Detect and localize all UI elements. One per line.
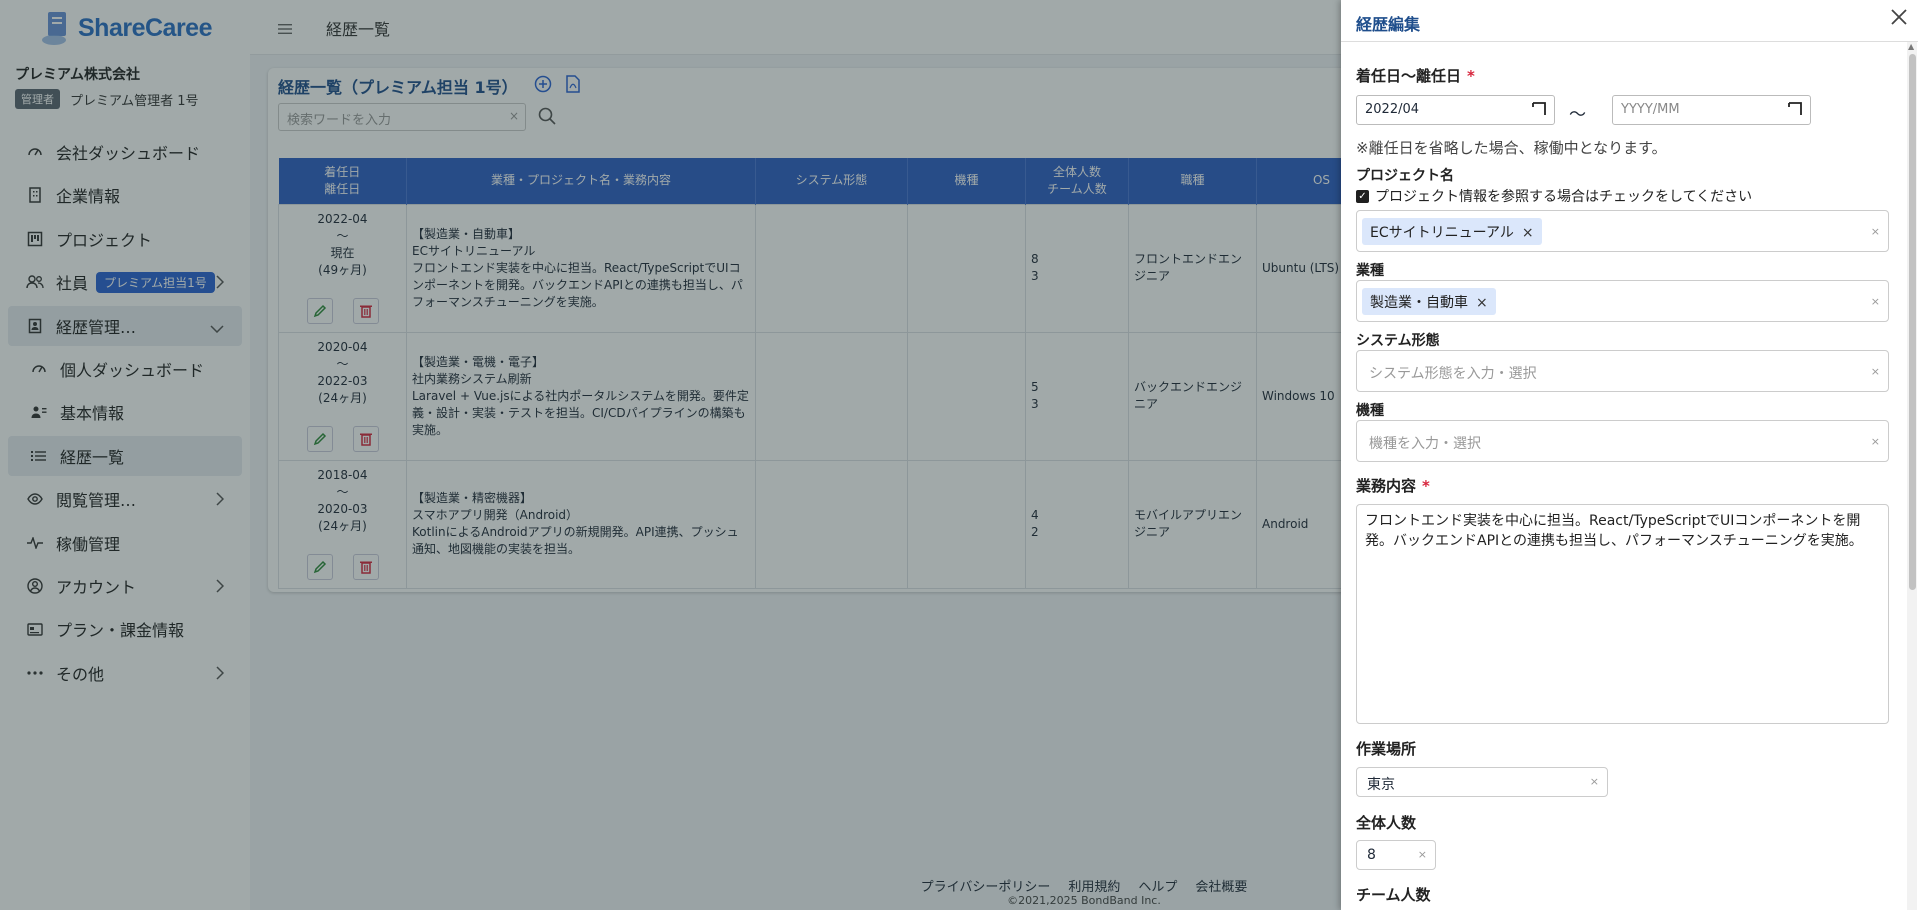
period-label: 着任日〜離任日 * [1356, 67, 1475, 85]
clear-icon[interactable]: × [1871, 365, 1880, 378]
calendar-icon[interactable] [1532, 102, 1546, 120]
range-separator: 〜 [1569, 105, 1586, 125]
calendar-icon[interactable] [1788, 102, 1802, 120]
checkbox-label: プロジェクト情報を参照する場合はチェックをしてください [1375, 189, 1753, 205]
total-value: 8 [1367, 847, 1376, 863]
tag-remove-icon[interactable]: × [1476, 295, 1488, 311]
total-label: 全体人数 [1356, 814, 1417, 832]
place-value: 東京 [1367, 777, 1395, 793]
project-label: プロジェクト名 [1356, 168, 1454, 184]
drawer-header: 経歴編集 [1341, 0, 1918, 42]
team-label: チーム人数 [1356, 886, 1431, 904]
required-mark: * [1422, 477, 1430, 495]
total-input[interactable]: 8 × [1356, 840, 1436, 870]
clear-icon[interactable]: × [1418, 848, 1427, 861]
drawer-scrollbar[interactable]: ▲ [1907, 42, 1917, 910]
industry-label: 業種 [1356, 263, 1384, 279]
industry-select[interactable]: 製造業・自動車 × × [1356, 280, 1889, 322]
model-select[interactable]: 機種を入力・選択 × [1356, 420, 1889, 462]
model-placeholder: 機種を入力・選択 [1369, 436, 1481, 452]
tag-remove-icon[interactable]: × [1522, 225, 1534, 241]
start-date-value: 2022/04 [1365, 102, 1420, 117]
model-label: 機種 [1356, 403, 1384, 419]
end-date-input[interactable]: YYYY/MM [1612, 95, 1811, 125]
clear-icon[interactable]: × [1871, 225, 1880, 238]
close-icon[interactable] [1890, 6, 1908, 30]
end-date-placeholder: YYYY/MM [1621, 102, 1680, 117]
clear-icon[interactable]: × [1871, 435, 1880, 448]
system-placeholder: システム形態を入力・選択 [1369, 366, 1537, 382]
scroll-up-icon[interactable]: ▲ [1908, 42, 1914, 51]
project-select[interactable]: ECサイトリニューアル × × [1356, 210, 1889, 252]
place-label: 作業場所 [1356, 740, 1417, 758]
project-reference-checkbox-row[interactable]: ✓ プロジェクト情報を参照する場合はチェックをしてください [1356, 186, 1752, 206]
place-input[interactable]: 東京 × [1356, 767, 1608, 797]
required-mark: * [1467, 67, 1475, 85]
end-date-note: ※離任日を省略した場合、稼働中となります。 [1356, 139, 1667, 157]
work-content-textarea[interactable]: フロントエンド実装を中心に担当。React/TypeScriptでUIコンポーネ… [1356, 504, 1889, 724]
scroll-thumb[interactable] [1909, 54, 1916, 590]
work-label: 業務内容 * [1356, 477, 1430, 495]
modal-backdrop[interactable] [0, 0, 1341, 910]
checkbox-checked[interactable]: ✓ [1356, 189, 1369, 203]
clear-icon[interactable]: × [1871, 295, 1880, 308]
system-label: システム形態 [1356, 333, 1440, 349]
drawer-title: 経歴編集 [1356, 15, 1421, 34]
project-tag: ECサイトリニューアル × [1362, 218, 1542, 245]
start-date-input[interactable]: 2022/04 [1356, 95, 1555, 125]
system-select[interactable]: システム形態を入力・選択 × [1356, 350, 1889, 392]
clear-icon[interactable]: × [1590, 775, 1599, 788]
career-edit-drawer: 経歴編集 着任日〜離任日 * 2022/04 〜 YYYY/MM ※離任日を省略し… [1341, 0, 1918, 910]
industry-tag: 製造業・自動車 × [1362, 288, 1496, 315]
